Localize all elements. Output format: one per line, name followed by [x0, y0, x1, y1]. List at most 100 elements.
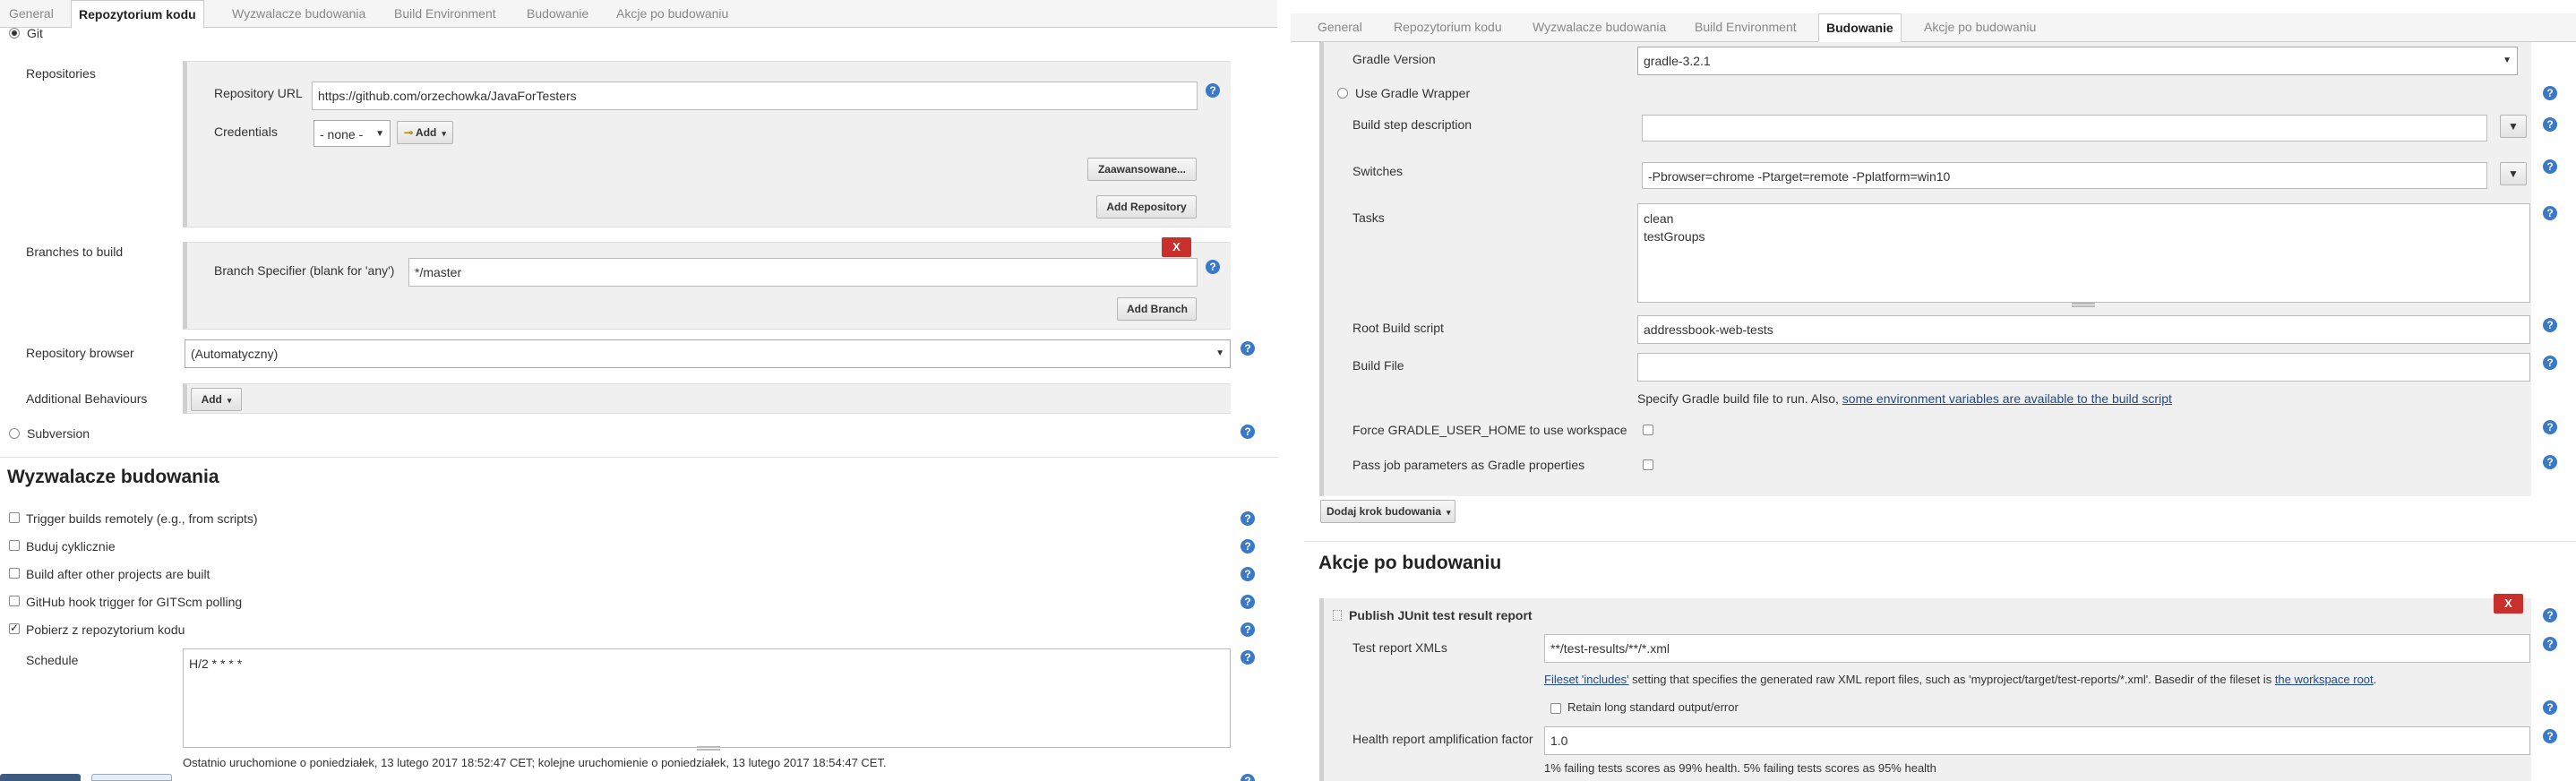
- test-report-xmls-input[interactable]: **/test-results/**/*.xml: [1544, 634, 2530, 663]
- bottom-help-icon[interactable]: ?: [1241, 774, 1255, 781]
- build-file-help-icon[interactable]: ?: [2543, 356, 2557, 370]
- subversion-label: Subversion: [27, 426, 90, 441]
- gradle-version-select[interactable]: gradle-3.2.1 ▼: [1637, 47, 2518, 75]
- section-divider: [1304, 541, 2576, 542]
- schedule-textarea[interactable]: H/2 * * * *: [183, 648, 1231, 748]
- schedule-info-text: Ostatnio uruchomione o poniedziałek, 13 …: [183, 756, 887, 769]
- resize-grip[interactable]: [2072, 303, 2095, 307]
- tab-build-environment[interactable]: Build Environment: [1687, 13, 1804, 41]
- github-hook-checkbox[interactable]: [9, 596, 20, 606]
- caret-down-icon: ▾: [1447, 508, 1451, 517]
- tab-repozytorium-kodu[interactable]: Repozytorium kodu: [71, 0, 204, 29]
- tab-wyzwalacze-budowania[interactable]: Wyzwalacze budowania: [225, 0, 373, 28]
- tab-akcje-po-budowaniu[interactable]: Akcje po budowaniu: [609, 0, 735, 28]
- delete-junit-button[interactable]: X: [2494, 594, 2523, 614]
- tab-general[interactable]: General: [2, 0, 61, 28]
- tab-budowanie[interactable]: Budowanie: [1818, 13, 1902, 42]
- retain-help-icon[interactable]: ?: [2543, 700, 2557, 715]
- workspace-root-link[interactable]: the workspace root: [2275, 673, 2374, 686]
- expand-description-button[interactable]: ▼: [2500, 115, 2527, 138]
- credentials-select[interactable]: - none - ▼: [313, 120, 391, 147]
- resize-grip[interactable]: [697, 746, 720, 751]
- apply-button-partial[interactable]: [91, 774, 172, 781]
- caret-down-icon: ▾: [227, 396, 232, 405]
- drag-handle-icon[interactable]: [1333, 610, 1342, 621]
- fileset-description: setting that specifies the generated raw…: [1628, 673, 2275, 686]
- add-behaviour-button[interactable]: Add ▾: [191, 388, 242, 411]
- poll-scm-help-icon[interactable]: ?: [1241, 622, 1255, 637]
- add-repository-button[interactable]: Add Repository: [1096, 195, 1197, 219]
- poll-scm-checkbox[interactable]: [9, 622, 20, 634]
- root-build-script-help-icon[interactable]: ?: [2543, 318, 2557, 332]
- left-tab-bar: General Repozytorium kodu Wyzwalacze bud…: [0, 0, 1277, 29]
- repository-url-help-icon[interactable]: ?: [1206, 83, 1220, 98]
- switches-input[interactable]: -Pbrowser=chrome -Ptarget=remote -Pplatf…: [1642, 162, 2487, 189]
- health-factor-input[interactable]: 1.0: [1544, 726, 2530, 755]
- repository-browser-help-icon[interactable]: ?: [1241, 341, 1255, 356]
- tab-repozytorium-kodu[interactable]: Repozytorium kodu: [1387, 13, 1509, 41]
- build-periodically-label: Buduj cyklicznie: [26, 539, 116, 554]
- repository-browser-label: Repository browser: [26, 346, 134, 360]
- expand-switches-button[interactable]: ▼: [2500, 162, 2527, 185]
- use-gradle-wrapper-radio[interactable]: [1337, 88, 1348, 99]
- repository-browser-select[interactable]: (Automatyczny) ▼: [185, 339, 1231, 368]
- root-build-script-input[interactable]: addressbook-web-tests: [1637, 315, 2530, 344]
- fileset-includes-link[interactable]: Fileset 'includes': [1544, 673, 1629, 686]
- poll-scm-label: Pobierz z repozytorium kodu: [26, 622, 185, 637]
- add-credentials-label: Add: [416, 126, 437, 139]
- build-step-description-input[interactable]: [1642, 115, 2487, 142]
- build-after-checkbox[interactable]: [9, 568, 20, 579]
- chevron-down-icon: ▼: [2508, 120, 2519, 133]
- subversion-radio[interactable]: [9, 428, 20, 439]
- branch-specifier-input[interactable]: */master: [408, 258, 1198, 287]
- gradle-version-label: Gradle Version: [1352, 52, 1436, 66]
- branch-specifier-label: Branch Specifier (blank for 'any'): [214, 263, 395, 278]
- build-file-input[interactable]: [1637, 353, 2530, 382]
- switches-help-icon[interactable]: ?: [2543, 159, 2557, 174]
- trigger-remote-help-icon[interactable]: ?: [1241, 511, 1255, 526]
- force-gradle-home-checkbox[interactable]: [1643, 425, 1653, 435]
- tab-wyzwalacze-budowania[interactable]: Wyzwalacze budowania: [1525, 13, 1673, 41]
- trigger-remote-checkbox[interactable]: [9, 512, 20, 523]
- add-branch-button[interactable]: Add Branch: [1117, 297, 1197, 321]
- tasks-help-icon[interactable]: ?: [2543, 206, 2557, 220]
- tasks-textarea[interactable]: clean testGroups: [1637, 203, 2530, 303]
- tab-general[interactable]: General: [1310, 13, 1370, 41]
- save-button-partial[interactable]: [0, 774, 81, 781]
- pass-params-checkbox[interactable]: [1643, 459, 1653, 470]
- panel-separator: [1277, 0, 1291, 781]
- build-file-help-prefix: Specify Gradle build file to run. Also,: [1637, 391, 1842, 406]
- build-after-help-icon[interactable]: ?: [1241, 567, 1255, 581]
- branch-specifier-help-icon[interactable]: ?: [1206, 260, 1220, 274]
- github-hook-help-icon[interactable]: ?: [1241, 595, 1255, 609]
- description-help-icon[interactable]: ?: [2543, 117, 2557, 132]
- pass-params-help-icon[interactable]: ?: [2543, 455, 2557, 469]
- git-radio[interactable]: [9, 28, 20, 39]
- build-periodically-help-icon[interactable]: ?: [1241, 539, 1255, 554]
- root-build-script-label: Root Build script: [1352, 321, 1444, 335]
- tab-budowanie[interactable]: Budowanie: [519, 0, 596, 28]
- test-report-help-icon[interactable]: ?: [2543, 637, 2557, 651]
- pass-params-label: Pass job parameters as Gradle properties: [1352, 458, 1585, 472]
- tab-akcje-po-budowaniu[interactable]: Akcje po budowaniu: [1917, 13, 2043, 41]
- add-credentials-button[interactable]: ⊸ Add ▾: [397, 121, 453, 144]
- retain-output-checkbox[interactable]: [1550, 703, 1561, 714]
- force-gradle-home-label: Force GRADLE_USER_HOME to use workspace: [1352, 423, 1627, 437]
- repository-url-input[interactable]: https://github.com/orzechowka/JavaForTes…: [312, 82, 1198, 110]
- junit-help-icon[interactable]: ?: [2543, 608, 2557, 622]
- triggers-heading: Wyzwalacze budowania: [7, 467, 219, 487]
- right-tab-bar: General Repozytorium kodu Wyzwalacze bud…: [1291, 13, 2576, 42]
- build-step-description-label: Build step description: [1352, 117, 1473, 132]
- force-home-help-icon[interactable]: ?: [2543, 420, 2557, 434]
- schedule-help-icon[interactable]: ?: [1241, 650, 1255, 665]
- advanced-button[interactable]: Zaawansowane...: [1087, 158, 1197, 181]
- tab-build-environment[interactable]: Build Environment: [387, 0, 503, 28]
- use-wrapper-help-icon[interactable]: ?: [2543, 86, 2557, 100]
- env-variables-link[interactable]: some environment variables are available…: [1842, 391, 2172, 406]
- subversion-help-icon[interactable]: ?: [1241, 425, 1255, 439]
- health-help-icon[interactable]: ?: [2543, 729, 2557, 743]
- add-build-step-button[interactable]: Dodaj krok budowania ▾: [1320, 500, 1455, 523]
- build-periodically-checkbox[interactable]: [9, 540, 20, 551]
- delete-branch-button[interactable]: X: [1162, 237, 1191, 257]
- github-hook-label: GitHub hook trigger for GITScm polling: [26, 595, 243, 609]
